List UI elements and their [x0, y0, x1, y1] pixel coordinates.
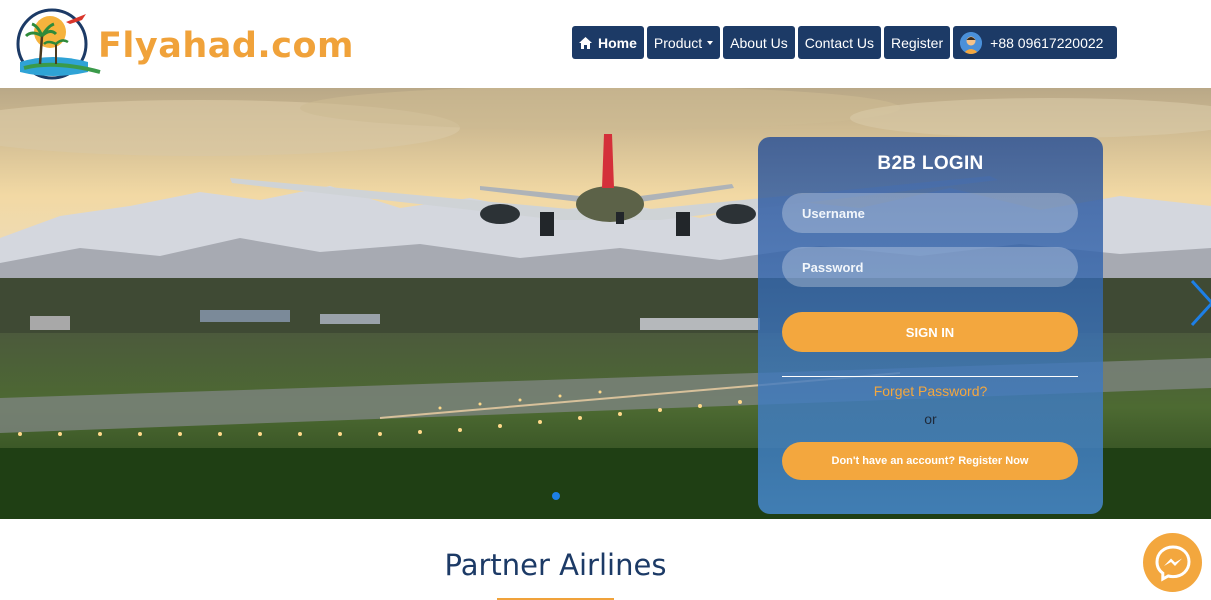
login-title: B2B LOGIN [877, 153, 984, 174]
nav-about[interactable]: About Us [723, 26, 795, 59]
nav-register-label: Register [891, 34, 944, 51]
brand-name: Flyahad.com [98, 26, 354, 66]
b2b-login-card: B2B LOGIN SIGN IN Forget Password? or Do… [758, 137, 1103, 514]
nav-contact-label: Contact Us [804, 34, 874, 51]
site-logo[interactable]: Flyahad.com [10, 6, 354, 82]
phone-number: +88 09617220022 [990, 34, 1104, 51]
nav-contact[interactable]: Contact Us [797, 26, 881, 59]
nav-register[interactable]: Register [884, 26, 951, 59]
signin-button[interactable]: SIGN IN [782, 312, 1078, 352]
messenger-chat-button[interactable] [1143, 533, 1202, 592]
register-now-button[interactable]: Don't have an account? Register Now [782, 442, 1078, 480]
partner-airlines-heading: Partner Airlines [444, 548, 667, 582]
username-input[interactable] [782, 193, 1078, 233]
password-input[interactable] [782, 247, 1078, 287]
login-divider [782, 376, 1078, 377]
main-nav: Home Product About Us Contact Us Registe… [572, 26, 1118, 59]
nav-about-label: About Us [730, 34, 788, 51]
logo-emblem-icon [16, 8, 101, 80]
chevron-right-icon[interactable] [1189, 278, 1211, 328]
nav-product-label: Product [653, 34, 703, 51]
carousel-dot[interactable] [552, 492, 560, 500]
messenger-icon [1154, 544, 1191, 582]
site-header: Flyahad.com Home Product About Us Contac… [0, 0, 1211, 88]
avatar-icon [960, 31, 983, 54]
home-icon [579, 36, 592, 49]
or-separator: or [924, 411, 937, 427]
forget-password-link[interactable]: Forget Password? [758, 383, 1103, 399]
nav-home[interactable]: Home [572, 26, 644, 59]
nav-product[interactable]: Product [646, 26, 721, 59]
nav-phone[interactable]: +88 09617220022 [953, 26, 1118, 59]
nav-home-label: Home [598, 34, 637, 51]
caret-down-icon [707, 40, 714, 45]
